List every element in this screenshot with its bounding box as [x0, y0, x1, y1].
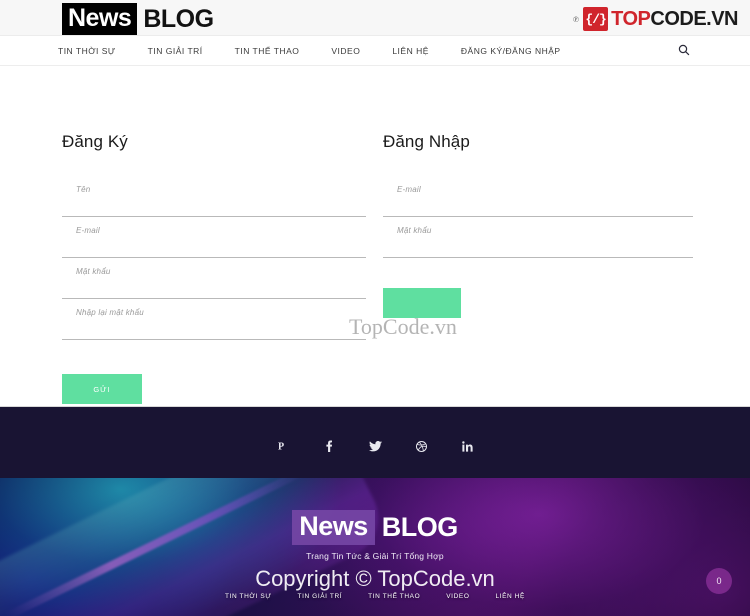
nav-item-dang-ky-dang-nhap[interactable]: ĐĂNG KÝ/ĐĂNG NHẬP	[461, 46, 561, 56]
search-icon[interactable]	[678, 44, 690, 56]
nav-item-video[interactable]: VIDEO	[331, 46, 360, 56]
code-bracket-icon: {/}	[583, 7, 609, 31]
login-title: Đăng Nhập	[383, 132, 470, 151]
topcode-watermark-logo: ℗ {/} TOPCODE.VN	[573, 6, 738, 32]
register-confirm-password-input[interactable]	[62, 308, 366, 317]
logo-news-text: News	[62, 3, 138, 35]
login-column: Đăng Nhập	[383, 66, 693, 318]
footer-logo-row: News BLOG	[292, 510, 458, 545]
nav-list: TIN THỜI SỰ TIN GIẢI TRÍ TIN THỂ THAO VI…	[58, 46, 593, 56]
pinterest-icon[interactable]: P	[273, 438, 293, 454]
facebook-icon[interactable]	[319, 438, 339, 454]
nav-item-tin-thoi-su[interactable]: TIN THỜI SỰ	[58, 46, 116, 56]
footer-nav-item-tin-giai-tri[interactable]: TIN GIẢI TRÍ	[298, 593, 343, 600]
login-email-input[interactable]	[383, 185, 693, 194]
register-name-input[interactable]	[62, 185, 366, 194]
twitter-icon[interactable]	[365, 438, 385, 454]
svg-text:P: P	[278, 442, 284, 453]
footer-tagline: Trang Tin Tức & Giải Trí Tổng Hợp	[306, 551, 444, 561]
footer-logo[interactable]: News BLOG Trang Tin Tức & Giải Trí Tổng …	[0, 510, 750, 561]
logo-blog-text: BLOG	[143, 4, 214, 33]
login-submit-button[interactable]	[383, 288, 461, 318]
nav-item-lien-he[interactable]: LIÊN HỆ	[392, 46, 429, 56]
register-confirm-password-field[interactable]	[62, 299, 366, 340]
social-band: P	[0, 406, 750, 478]
register-password-input[interactable]	[62, 267, 366, 276]
login-email-field[interactable]	[383, 176, 693, 217]
footer-nav-item-tin-thoi-su[interactable]: TIN THỜI SỰ	[225, 593, 272, 600]
nav-item-tin-the-thao[interactable]: TIN THỂ THAO	[235, 46, 300, 56]
topcode-top-text: TOP	[611, 8, 651, 30]
register-title: Đăng Ký	[62, 132, 128, 151]
page-root: News BLOG ℗ {/} TOPCODE.VN TIN THỜI SỰ T…	[0, 0, 750, 616]
dribbble-icon[interactable]	[411, 438, 431, 454]
register-submit-button[interactable]: GỬI	[62, 374, 142, 404]
social-links-row: P	[0, 438, 750, 454]
register-column: Đăng Ký GỬI	[62, 66, 366, 404]
main-content: Đăng Ký GỬI Đăng Nhập	[0, 66, 750, 406]
site-logo[interactable]: News BLOG	[62, 3, 214, 35]
register-email-input[interactable]	[62, 226, 366, 235]
footer-nav-item-lien-he[interactable]: LIÊN HỆ	[495, 593, 525, 600]
footer-nav-item-tin-the-thao[interactable]: TIN THỂ THAO	[368, 593, 420, 600]
register-password-field[interactable]	[62, 258, 366, 299]
notification-count-badge[interactable]: 0	[706, 568, 732, 594]
topcode-wordmark: TOPCODE.VN	[611, 9, 738, 29]
footer-logo-news-text: News	[292, 510, 375, 545]
login-password-input[interactable]	[383, 226, 693, 235]
main-navigation-bar: TIN THỜI SỰ TIN GIẢI TRÍ TIN THỂ THAO VI…	[0, 36, 750, 66]
register-name-field[interactable]	[62, 176, 366, 217]
registered-pin-icon: ℗	[573, 14, 580, 24]
linkedin-icon[interactable]	[457, 438, 477, 454]
footer-hero: News BLOG Trang Tin Tức & Giải Trí Tổng …	[0, 478, 750, 616]
top-header: News BLOG ℗ {/} TOPCODE.VN	[0, 0, 750, 36]
register-form: GỬI	[62, 176, 366, 404]
login-password-field[interactable]	[383, 217, 693, 258]
nav-item-tin-giai-tri[interactable]: TIN GIẢI TRÍ	[148, 46, 203, 56]
register-email-field[interactable]	[62, 217, 366, 258]
footer-navigation: TIN THỜI SỰ TIN GIẢI TRÍ TIN THỂ THAO VI…	[0, 593, 750, 600]
footer-logo-blog-text: BLOG	[381, 512, 459, 542]
topcode-code-text: CODE.VN	[650, 8, 738, 30]
login-form	[383, 176, 693, 318]
footer-nav-item-video[interactable]: VIDEO	[446, 593, 469, 600]
